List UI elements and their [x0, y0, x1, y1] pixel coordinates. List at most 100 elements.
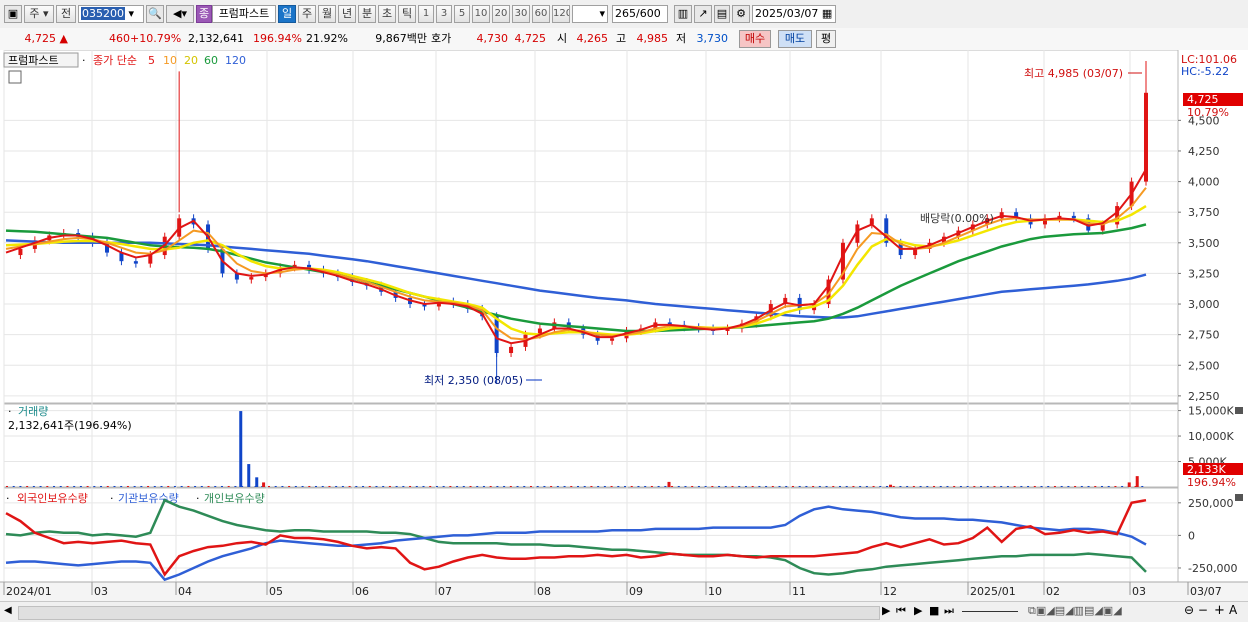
- volume-bar: [79, 485, 82, 487]
- volume-bar: [106, 485, 109, 487]
- volume-bar: [140, 485, 143, 487]
- period-second[interactable]: 초: [378, 5, 396, 23]
- volume-pane-close-icon[interactable]: [1235, 407, 1243, 414]
- foreign-legend: 외국인보유수량: [17, 492, 88, 505]
- sell-button[interactable]: 매도: [778, 30, 812, 48]
- volume-bar: [959, 485, 962, 487]
- minute-60[interactable]: 60: [532, 5, 550, 23]
- volume-bar: [1000, 485, 1003, 487]
- volume-bar: [476, 485, 479, 487]
- volume-bar: [133, 485, 136, 487]
- speaker-icon[interactable]: ◀▾: [166, 5, 194, 23]
- period-minute[interactable]: 분: [358, 5, 376, 23]
- minute-120[interactable]: 120: [552, 5, 570, 23]
- volume-bar: [200, 485, 203, 487]
- minute-3[interactable]: 3: [436, 5, 452, 23]
- holdings-pane-close-icon[interactable]: [1235, 494, 1243, 501]
- prev-button[interactable]: 전: [56, 5, 76, 23]
- volume-value: 2,132,641: [188, 32, 244, 45]
- scroll-left-icon[interactable]: ◀: [4, 605, 12, 616]
- volume-bar: [234, 485, 237, 487]
- volume-bar: [825, 485, 828, 487]
- play-icon[interactable]: ▶: [882, 604, 890, 617]
- candle-type-icon[interactable]: ▥: [674, 5, 692, 23]
- period-day[interactable]: 일: [278, 5, 296, 23]
- volume-bar: [39, 485, 42, 487]
- volume-bar: [362, 485, 365, 487]
- market-select[interactable]: 주 ▾: [24, 5, 54, 23]
- font-icon[interactable]: A: [1229, 603, 1237, 617]
- volume-bar: [153, 485, 156, 487]
- buy-button[interactable]: 매수: [739, 30, 771, 48]
- volume-bar: [563, 485, 566, 487]
- count-input[interactable]: 265/600: [612, 5, 668, 23]
- volume-bar: [939, 485, 942, 487]
- layout-icons[interactable]: ⧉▣◢▤◢▥▤◢▣◢: [1028, 604, 1122, 618]
- period-year[interactable]: 년: [338, 5, 356, 23]
- volume-bar: [509, 485, 512, 487]
- volume-bar: [838, 485, 841, 487]
- volume-bar: [677, 485, 680, 487]
- fast-forward-icon[interactable]: ▶: [914, 604, 922, 617]
- volume-bar: [556, 485, 559, 487]
- volume-bar: [691, 485, 694, 487]
- zoom-out-icon[interactable]: ⊖ −: [1184, 603, 1208, 617]
- volume-bar: [194, 485, 197, 487]
- volume-bar: [953, 485, 956, 487]
- zoom-slider-icon[interactable]: [962, 611, 1018, 612]
- svg-text:·: ·: [110, 492, 114, 505]
- date-input[interactable]: 2025/03/07 ▦: [752, 5, 836, 23]
- zoom-in-icon[interactable]: +: [1214, 603, 1225, 618]
- skip-end-icon[interactable]: ⏭: [944, 604, 954, 618]
- date-tick-label: 2025/01: [970, 585, 1016, 598]
- current-price: 4,725 ▲: [24, 32, 68, 45]
- volume-bar: [489, 485, 492, 487]
- date-tick-label: 11: [792, 585, 806, 598]
- settings-gear-icon[interactable]: ⚙: [732, 5, 750, 23]
- horizontal-scrollbar[interactable]: [18, 606, 880, 620]
- stock-code-input[interactable]: 035200 ▾: [78, 5, 144, 23]
- date-tick-label: 03: [94, 585, 108, 598]
- volume-bar: [973, 485, 976, 487]
- period-week[interactable]: 주: [298, 5, 316, 23]
- rewind-icon[interactable]: ⏮: [896, 604, 906, 618]
- minute-10[interactable]: 10: [472, 5, 490, 23]
- stock-chart: 프럼파스트 · 종가 단순 5 10 20 60 120 4,5004,2504…: [0, 50, 1248, 601]
- search-icon[interactable]: 🔍: [146, 5, 164, 23]
- volume-bar: [758, 485, 761, 487]
- volume-bar: [529, 485, 532, 487]
- calendar-icon[interactable]: ▦: [822, 7, 832, 20]
- volume-bar: [536, 485, 539, 487]
- volume-bar: [126, 485, 129, 487]
- period-month[interactable]: 월: [318, 5, 336, 23]
- volume-bar: [731, 485, 734, 487]
- low-annotation: 최저 2,350 (08/05): [424, 374, 523, 387]
- minute-5[interactable]: 5: [454, 5, 470, 23]
- volume-bar: [818, 485, 821, 487]
- volume-bar: [879, 485, 882, 487]
- volume-bar: [86, 485, 89, 487]
- window-menu-icon[interactable]: ▣: [4, 5, 22, 23]
- volume-bar: [644, 485, 647, 487]
- ma10-legend: 10: [163, 54, 177, 67]
- minute-1[interactable]: 1: [418, 5, 434, 23]
- drawing-tool-icon[interactable]: ↗: [694, 5, 712, 23]
- price-tick-label: 3,750: [1188, 206, 1220, 219]
- eval-button[interactable]: 평: [816, 30, 836, 48]
- volume-bar: [301, 485, 304, 487]
- price-change: 460: [109, 32, 130, 45]
- save-icon[interactable]: ▤: [714, 5, 730, 23]
- stop-icon[interactable]: ■: [929, 604, 939, 617]
- grid-toggle-icon[interactable]: [8, 70, 22, 84]
- minute-30[interactable]: 30: [512, 5, 530, 23]
- trade-amount: 9,867백만: [375, 32, 427, 45]
- volume-bar: [26, 485, 29, 487]
- period-tick[interactable]: 틱: [398, 5, 416, 23]
- volume-bar: [422, 485, 425, 487]
- volume-bar: [449, 485, 452, 487]
- volume-bar: [503, 485, 506, 487]
- date-tick-label: 08: [537, 585, 551, 598]
- minute-20[interactable]: 20: [492, 5, 510, 23]
- interval-select[interactable]: ▾: [572, 5, 608, 23]
- volume-bar: [46, 485, 49, 487]
